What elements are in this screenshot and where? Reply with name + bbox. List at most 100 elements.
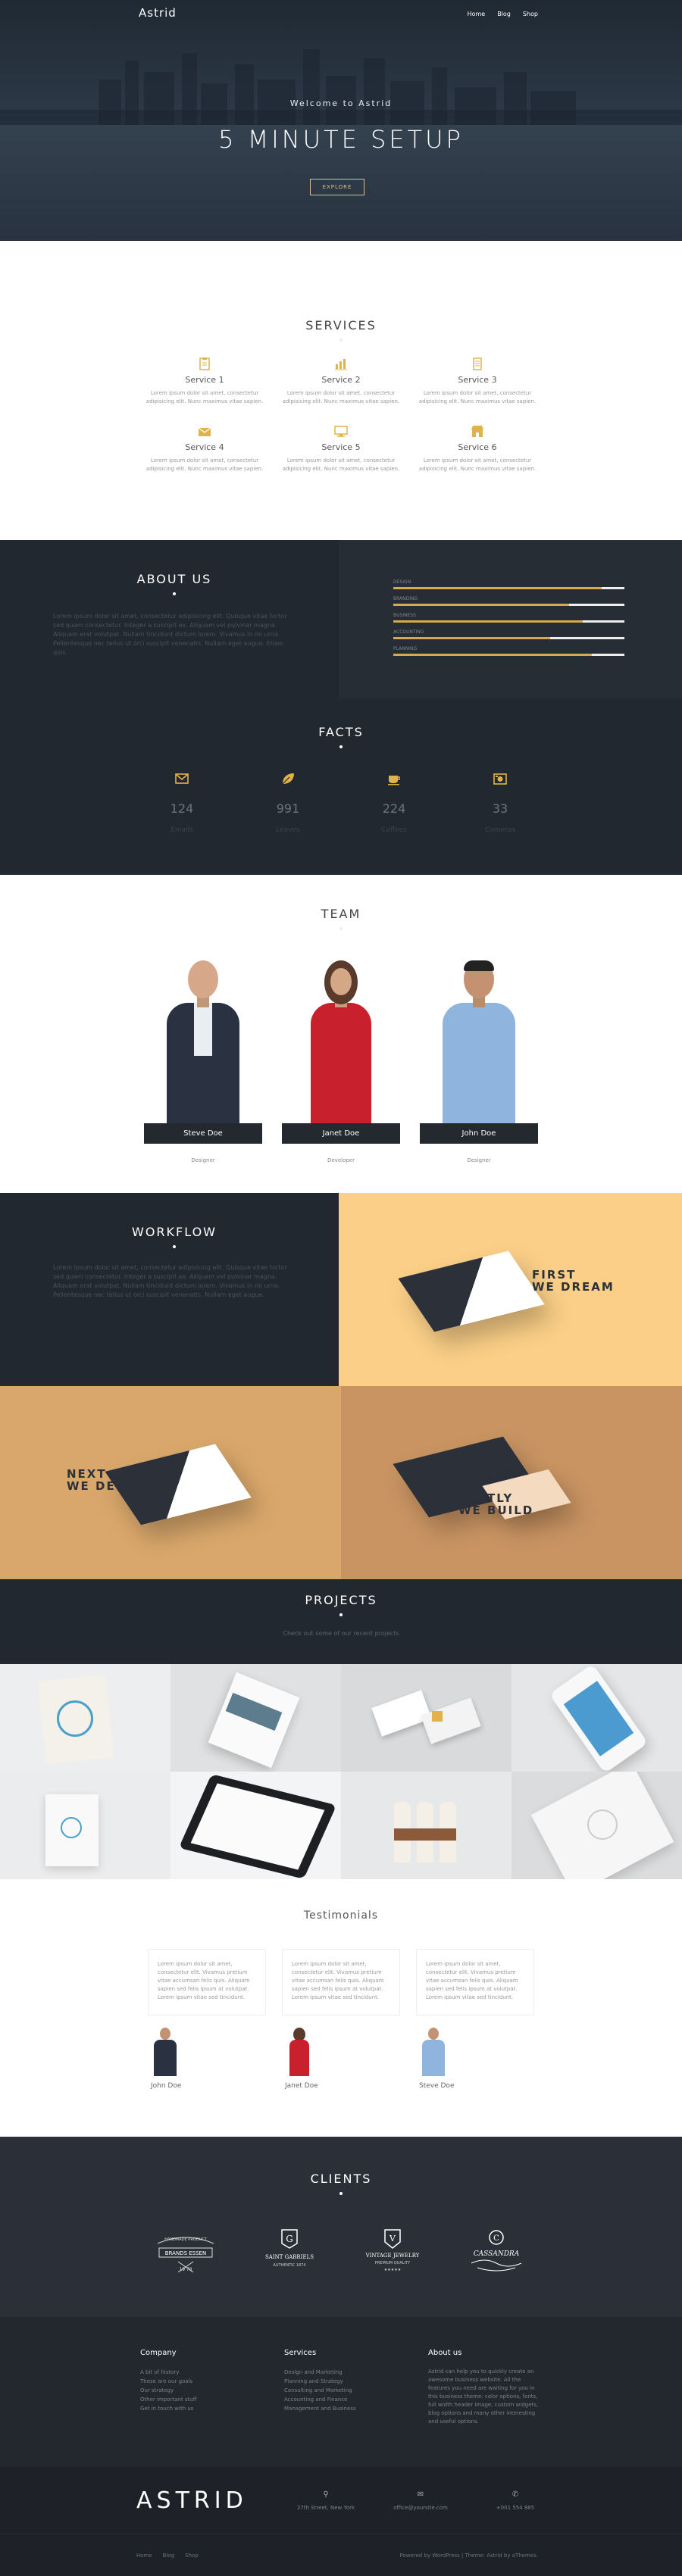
project-shopping-bag[interactable] — [0, 1772, 170, 1879]
footer-menu-shop[interactable]: Shop — [185, 2553, 199, 2559]
contact-email[interactable]: ✉ office@yoursite.com — [383, 2490, 458, 2511]
workflow-card-image — [398, 1251, 545, 1332]
facts-title: FACTS — [318, 725, 364, 739]
project-tote-bag[interactable] — [0, 1664, 170, 1772]
service-text: Lorem ipsum dolor sit amet, consectetur … — [282, 390, 400, 404]
service-item: Service 4 Lorem ipsum dolor sit amet, co… — [144, 424, 265, 473]
footer-menu-home[interactable]: Home — [136, 2553, 152, 2559]
fact-item: 224 Coffees — [360, 771, 428, 834]
project-tablet[interactable] — [170, 1772, 341, 1879]
services-grid: Service 1 Lorem ipsum dolor sit amet, co… — [144, 357, 538, 473]
project-business-cards[interactable] — [341, 1664, 512, 1772]
team-member[interactable]: Janet Doe Developer — [282, 960, 400, 1163]
about-content: ABOUT US Lorem ipsum dolor sit amet, con… — [0, 540, 339, 699]
fact-label: Coffees — [381, 826, 407, 834]
clients-section: CLIENTS HANDMADE PRODUCT BRANDS ESSEN 19… — [0, 2137, 682, 2317]
fact-item: 991 Leaves — [254, 771, 322, 834]
skill-label: BUSINESS — [393, 613, 416, 618]
project-brochure[interactable] — [170, 1664, 341, 1772]
team-member[interactable]: Steve Doe Designer — [144, 960, 262, 1163]
svg-text:AUTHENTIC 1874: AUTHENTIC 1874 — [273, 2263, 305, 2268]
footer-link[interactable]: Accounting and Finance — [284, 2395, 398, 2404]
footer-link[interactable]: Design and Marketing — [284, 2368, 398, 2377]
workflow-step-design: NEXT WE DESIGN — [0, 1386, 341, 1579]
footer-link[interactable]: Consulting and Marketing — [284, 2386, 398, 2395]
fact-number: 991 — [276, 801, 300, 816]
client-logo-vintage-jewelry[interactable]: V VINTAGE JEWELRY PREMIUM QUALITY ★★★★★ — [358, 2227, 427, 2281]
hero-title: 5 MINUTE SETUP — [218, 125, 464, 154]
footer-link[interactable]: Management and Business — [284, 2404, 398, 2413]
footer-link[interactable]: A bit of history — [140, 2368, 254, 2377]
footer-link[interactable]: Other important stuff — [140, 2395, 254, 2404]
service-text: Lorem ipsum dolor sit amet, consectetur … — [418, 457, 537, 472]
service-name: Service 6 — [458, 442, 497, 452]
svg-text:19 78: 19 78 — [179, 2267, 192, 2272]
member-role: Designer — [191, 1157, 215, 1163]
skill-label: DESIGN — [393, 579, 411, 585]
client-logo-saint-gabriels[interactable]: G SAINT GABRIELS AUTHENTIC 1874 — [255, 2227, 324, 2281]
skill-label: ACCOUNTING — [393, 629, 424, 635]
footer-link[interactable]: These are our goals — [140, 2377, 254, 2386]
project-mobile-app[interactable] — [512, 1664, 682, 1772]
service-name: Service 5 — [321, 442, 361, 452]
footer-menu-blog[interactable]: Blog — [163, 2553, 174, 2559]
title-dot — [339, 1613, 343, 1616]
svg-text:V: V — [389, 2234, 396, 2243]
skill-fill — [393, 637, 551, 639]
title-dot — [339, 927, 343, 930]
client-logo-cassandra[interactable]: C CASSANDRA — [462, 2227, 530, 2281]
footer-company: Company A bit of history These are our g… — [140, 2349, 254, 2426]
footer-about: About us Astrid can help you to quickly … — [428, 2349, 542, 2426]
testimonial-name: Steve Doe — [419, 2082, 455, 2090]
project-letterpress[interactable] — [512, 1772, 682, 1879]
testimonial-card: Lorem ipsum dolor sit amet, consectetur … — [282, 1949, 400, 2090]
footer-brand-logo[interactable]: ASTRID — [136, 2487, 288, 2514]
fact-number: 33 — [492, 801, 508, 816]
footer-link[interactable]: Our strategy — [140, 2386, 254, 2395]
projects-section: PROJECTS Check out some of our recent pr… — [0, 1579, 682, 1664]
member-role: Developer — [327, 1157, 355, 1163]
testimonials-section: Testimonials Lorem ipsum dolor sit amet,… — [0, 1879, 682, 2137]
testimonial-name: John Doe — [151, 2082, 182, 2090]
fact-label: Cameras — [484, 826, 515, 834]
skill-fill — [393, 587, 602, 589]
service-text: Lorem ipsum dolor sit amet, consectetur … — [145, 457, 264, 472]
facts-grid: 124 Emails 991 Leaves 224 Coffees 33 Cam… — [148, 771, 534, 834]
team-section: TEAM Steve Doe Designer Janet Doe Develo… — [0, 875, 682, 1193]
footer-services: Services Design and Marketing Planning a… — [284, 2349, 398, 2426]
menu-item-blog[interactable]: Blog — [497, 11, 511, 17]
member-name: Janet Doe — [282, 1123, 400, 1144]
envelope-icon: ✉ — [417, 2490, 424, 2499]
testimonial-quote: Lorem ipsum dolor sit amet, consectetur … — [282, 1949, 400, 2016]
explore-button[interactable]: EXPLORE — [310, 179, 364, 195]
footer-bottom: Home Blog Shop Powered by WordPress | Th… — [0, 2534, 682, 2576]
service-name: Service 3 — [458, 375, 497, 385]
service-name: Service 1 — [185, 375, 224, 385]
footer-about-title: About us — [428, 2349, 462, 2357]
menu-item-shop[interactable]: Shop — [523, 11, 538, 17]
site-logo[interactable]: Astrid — [139, 6, 177, 20]
workflow-section: WORKFLOW Lorem ipsum dolor sit amet, con… — [0, 1193, 682, 1579]
client-logo-brands-essen[interactable]: HANDMADE PRODUCT BRANDS ESSEN 19 78 — [152, 2227, 220, 2281]
projects-subtitle: Check out some of our recent projects — [283, 1630, 399, 1637]
workflow-text: Lorem ipsum dolor sit amet, consectetur … — [53, 1264, 287, 1298]
workflow-title: WORKFLOW — [132, 1225, 217, 1239]
menu-item-home[interactable]: Home — [468, 11, 486, 17]
avatar — [285, 2028, 314, 2076]
team-member[interactable]: John Doe Designer — [420, 960, 538, 1163]
services-title: SERVICES — [305, 318, 377, 333]
fact-label: Leaves — [276, 826, 300, 834]
service-item: Service 2 Lorem ipsum dolor sit amet, co… — [280, 357, 402, 406]
skill-label: PLANNING — [393, 646, 418, 651]
project-milk-bottles[interactable] — [341, 1772, 512, 1879]
service-item: Service 1 Lorem ipsum dolor sit amet, co… — [144, 357, 265, 406]
footer-services-title: Services — [284, 2349, 317, 2357]
fact-number: 224 — [382, 801, 406, 816]
footer-link[interactable]: Get in touch with us — [140, 2404, 254, 2413]
avatar — [419, 2028, 448, 2076]
svg-text:VINTAGE JEWELRY: VINTAGE JEWELRY — [365, 2253, 420, 2259]
footer-link[interactable]: Planning and Strategy — [284, 2377, 398, 2386]
envelope-icon — [175, 773, 189, 784]
store-icon — [471, 424, 484, 438]
skill-bar-branding: BRANDING — [393, 596, 624, 606]
